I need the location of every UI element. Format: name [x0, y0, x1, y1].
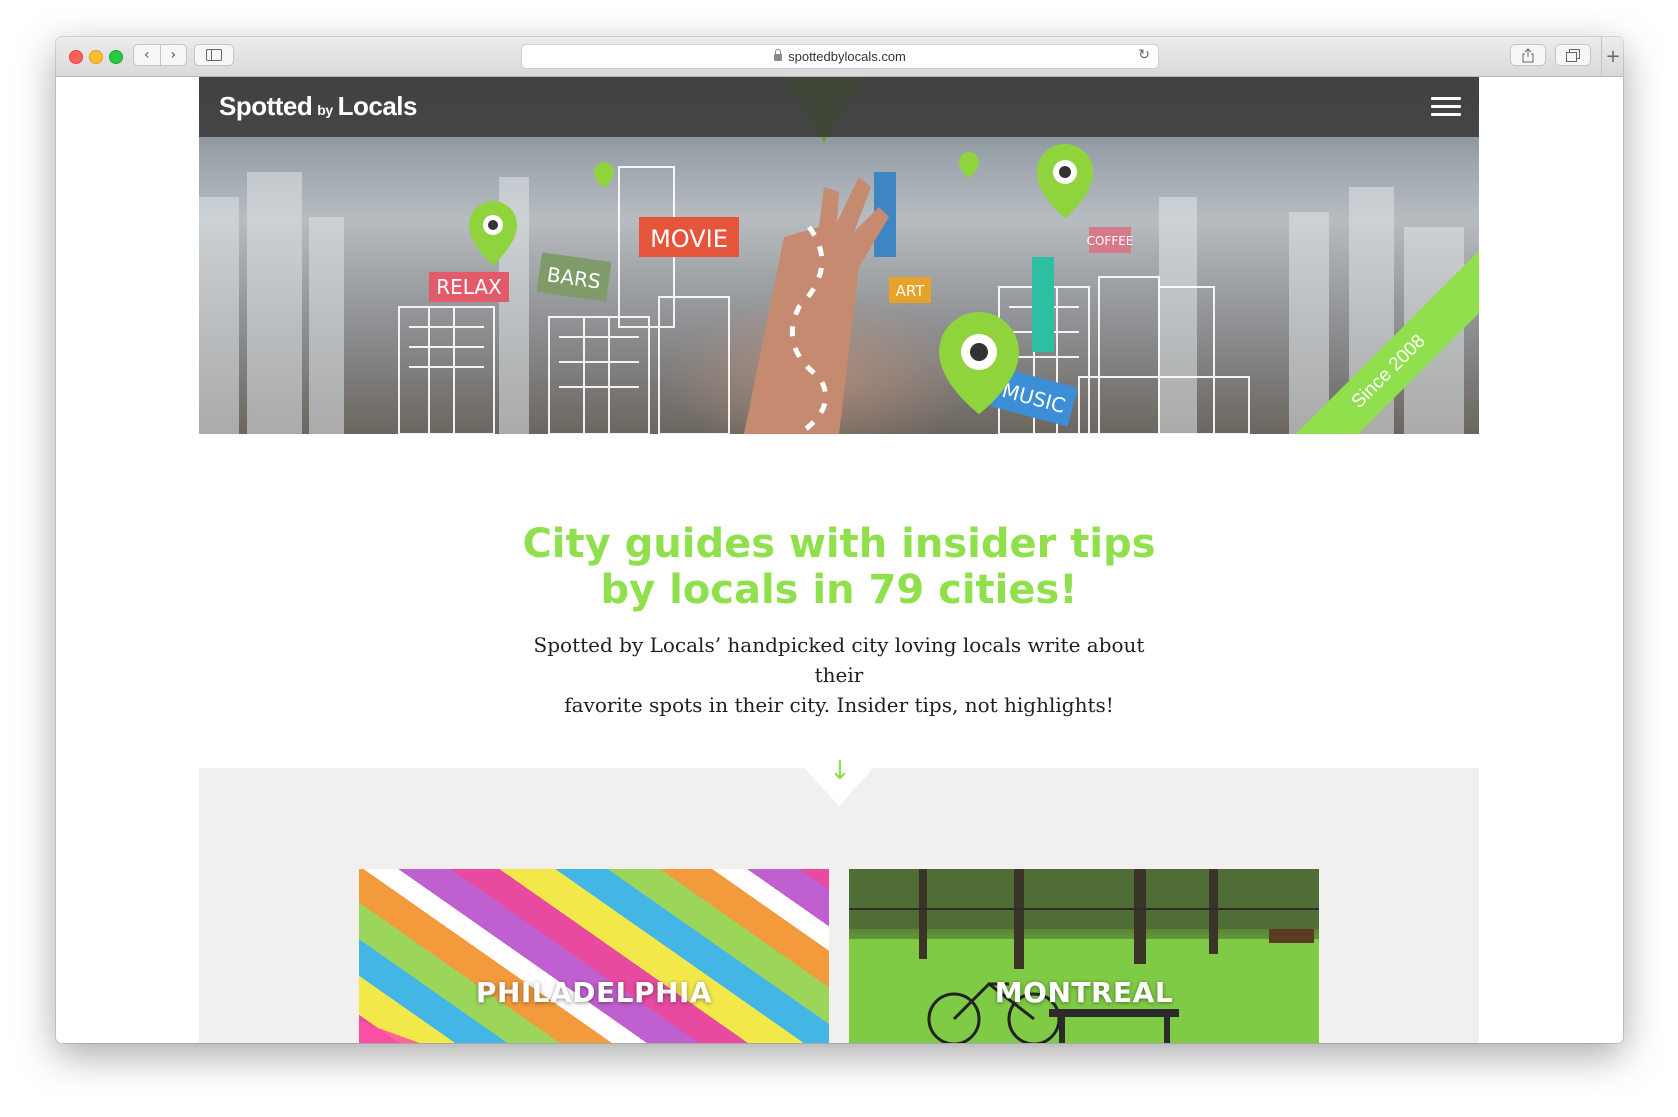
show-tabs-button[interactable] [1555, 44, 1591, 66]
minimize-window-button[interactable] [89, 50, 103, 64]
back-button[interactable]: ‹ [134, 47, 160, 63]
close-window-button[interactable] [69, 50, 83, 64]
city-card-philadelphia[interactable]: PHILADELPHIA [359, 869, 829, 1043]
share-icon [1522, 47, 1534, 62]
history-nav-group: ‹ › [133, 44, 187, 66]
main-headline: City guides with insider tips by locals … [199, 521, 1479, 613]
page-viewport: RELAX BARS MOVIE ART COFFEE MUSIC Spotte… [56, 77, 1623, 1043]
description-line-1: Spotted by Locals’ handpicked city lovin… [533, 633, 1145, 687]
forward-button[interactable]: › [160, 47, 186, 63]
headline-line-1: City guides with insider tips [522, 521, 1156, 567]
share-button[interactable] [1510, 44, 1546, 66]
intro-description: Spotted by Locals’ handpicked city lovin… [519, 630, 1159, 720]
city-card-label: MONTREAL [994, 976, 1174, 1009]
sidebar-toggle-button[interactable] [194, 44, 234, 66]
description-line-2: favorite spots in their city. Insider ti… [564, 693, 1114, 717]
arrow-down-icon[interactable]: ↓ [829, 756, 851, 786]
zoom-window-button[interactable] [109, 50, 123, 64]
ribbon-container: Since 2008 [199, 77, 1479, 434]
lock-icon [774, 49, 783, 61]
page-content: RELAX BARS MOVIE ART COFFEE MUSIC Spotte… [199, 77, 1479, 1043]
new-tab-button[interactable]: + [1601, 37, 1623, 76]
browser-titlebar: ‹ › spottedbylocals.com ↻ + [56, 37, 1623, 77]
park-photo [849, 869, 1319, 1043]
browser-window: ‹ › spottedbylocals.com ↻ + RELAX BARS M… [56, 37, 1623, 1043]
address-bar[interactable]: spottedbylocals.com ↻ [521, 44, 1159, 69]
since-ribbon: Since 2008 [1267, 250, 1479, 434]
intro-section: City guides with insider tips by locals … [199, 434, 1479, 754]
city-card-label: PHILADELPHIA [475, 976, 713, 1009]
headline-line-2: by locals in 79 cities! [600, 567, 1078, 613]
address-bar-url: spottedbylocals.com [788, 49, 906, 64]
hero-banner: RELAX BARS MOVIE ART COFFEE MUSIC Spotte… [199, 77, 1479, 434]
reload-icon[interactable]: ↻ [1138, 47, 1150, 63]
tabs-overview-icon [1566, 48, 1580, 62]
city-card-montreal[interactable]: MONTREAL [849, 869, 1319, 1043]
city-list-section: ↓ PHILADELPHIA MONTREAL [199, 756, 1479, 1043]
sidebar-icon [206, 49, 222, 61]
